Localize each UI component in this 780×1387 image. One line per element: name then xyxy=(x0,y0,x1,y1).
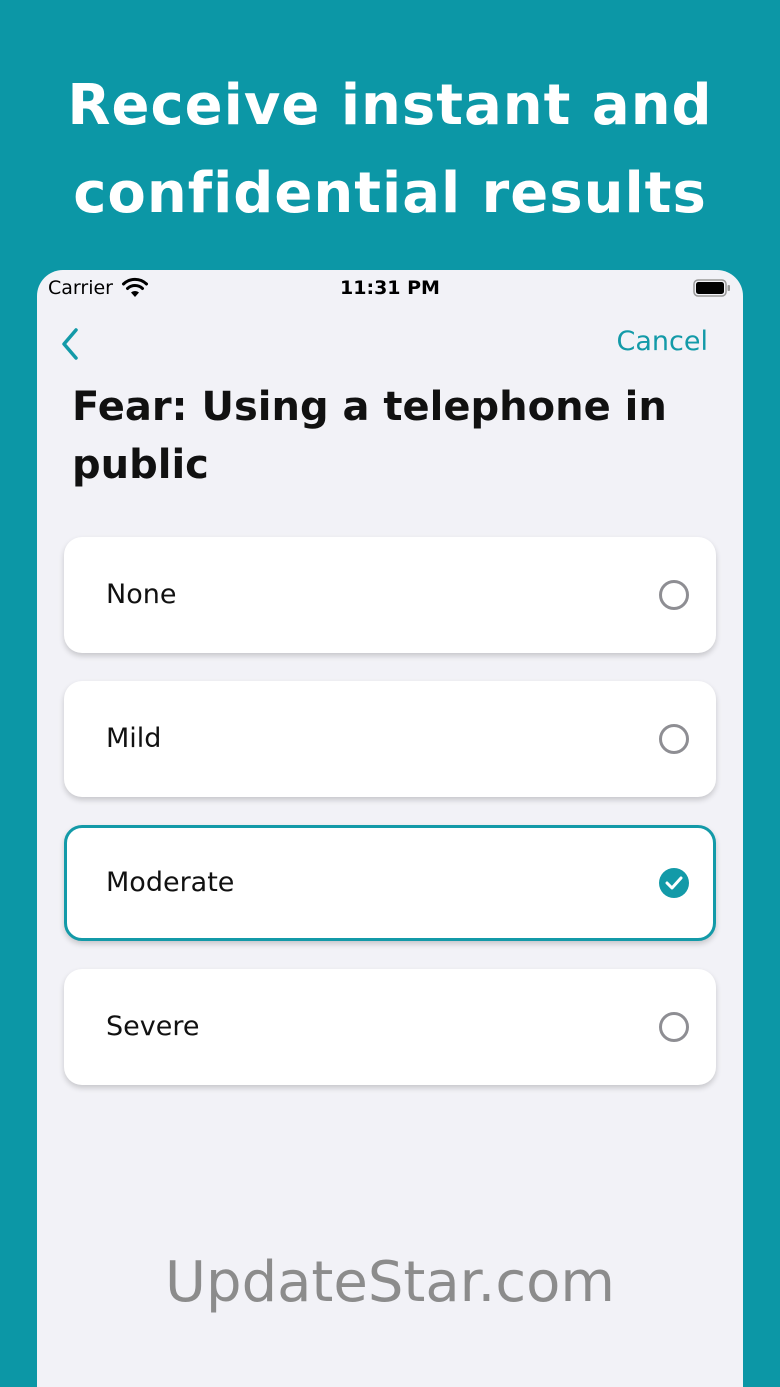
option-severe[interactable]: Severe xyxy=(64,969,716,1085)
phone-screen: Carrier 11:31 PM Cancel Fear: Using a te… xyxy=(37,270,743,1387)
question-title: Fear: Using a telephone in public xyxy=(72,384,667,488)
checkmark-icon xyxy=(665,876,683,890)
option-mild[interactable]: Mild xyxy=(64,681,716,797)
radio-unchecked-icon[interactable] xyxy=(659,1012,689,1042)
battery-icon xyxy=(693,279,730,297)
watermark: UpdateStar.com xyxy=(165,1250,615,1315)
checkmark-circle-icon[interactable] xyxy=(659,868,689,898)
option-none[interactable]: None xyxy=(64,537,716,653)
hero-title-line-1: Receive instant and xyxy=(67,73,713,138)
screenshot-page: Receive instant and confidential results… xyxy=(0,0,780,1387)
option-label: Moderate xyxy=(106,867,235,898)
option-label: Severe xyxy=(106,1011,200,1042)
status-time: 11:31 PM xyxy=(340,277,440,299)
hero-title: Receive instant and confidential results xyxy=(0,62,780,238)
hero-title-line-2: confidential results xyxy=(73,161,707,226)
radio-unchecked-icon[interactable] xyxy=(659,724,689,754)
answer-options: None Mild Moderate Severe xyxy=(64,537,716,1113)
option-label: None xyxy=(106,579,177,610)
option-moderate[interactable]: Moderate xyxy=(64,825,716,941)
back-button[interactable] xyxy=(55,324,85,364)
option-label: Mild xyxy=(106,723,162,754)
radio-unchecked-icon[interactable] xyxy=(659,580,689,610)
chevron-left-icon xyxy=(62,328,78,360)
status-bar: Carrier 11:31 PM xyxy=(37,270,743,306)
cancel-button[interactable]: Cancel xyxy=(617,326,708,357)
